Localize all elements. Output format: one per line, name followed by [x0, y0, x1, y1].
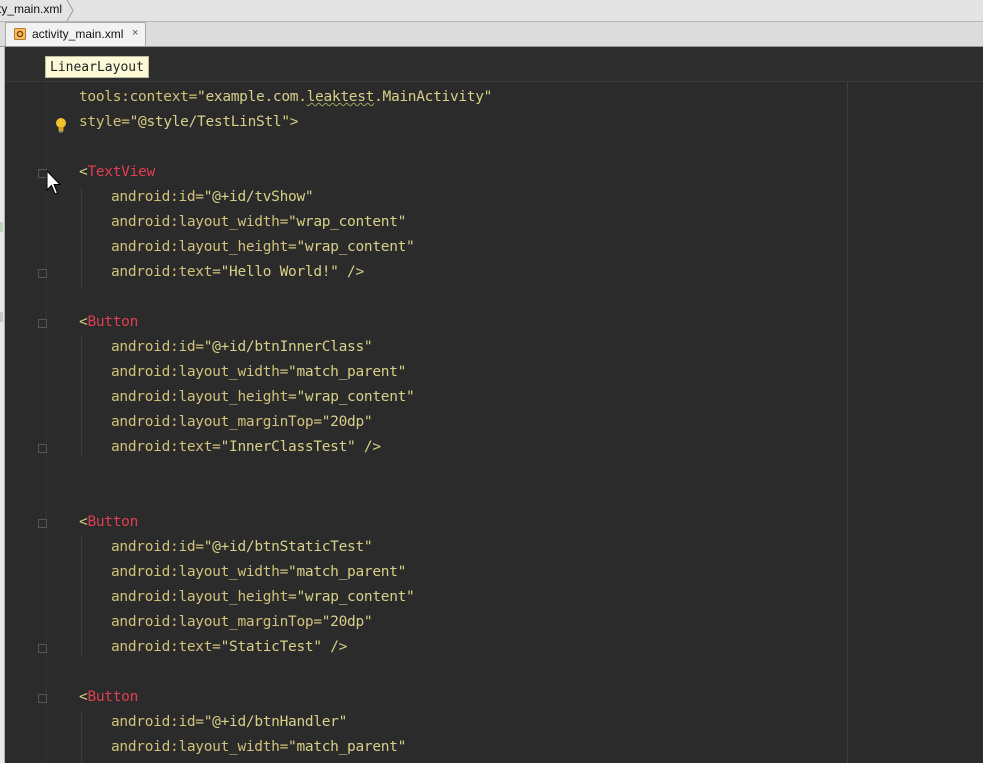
mouse-cursor-icon [46, 170, 62, 195]
code-line[interactable]: android:id="@+id/tvShow" [111, 185, 314, 210]
lightbulb-icon[interactable] [54, 117, 68, 133]
code-editor[interactable]: LinearLayout tools:context="example.com.… [5, 47, 983, 763]
fold-icon[interactable] [38, 519, 47, 528]
breadcrumb-file[interactable]: ty_main.xml [0, 2, 62, 16]
code-line[interactable]: android:layout_width="match_parent" [111, 560, 406, 585]
file-breadcrumb-bar: ty_main.xml [0, 0, 983, 22]
code-line[interactable]: android:text="InnerClassTest" /> [111, 435, 381, 460]
indent-guide [81, 187, 82, 287]
xml-breadcrumb-row: LinearLayout [5, 47, 983, 82]
fold-icon[interactable] [38, 644, 47, 653]
indent-guide [81, 712, 82, 763]
fold-icon[interactable] [38, 269, 47, 278]
tab-activity-main[interactable]: activity_main.xml × [5, 22, 146, 46]
code-line[interactable]: <Button [79, 685, 138, 710]
close-icon[interactable]: × [132, 27, 138, 39]
code-line[interactable]: <Button [79, 510, 138, 535]
code-line[interactable]: android:text="Hello World!" /> [111, 260, 364, 285]
editor-tab-bar: activity_main.xml × [0, 22, 983, 47]
change-marker [0, 312, 3, 322]
code-line[interactable]: android:layout_width="match_parent" [111, 735, 406, 760]
code-line[interactable]: android:layout_marginTop="20dp" [111, 410, 373, 435]
code-line[interactable]: android:layout_height="wrap_content" [111, 385, 415, 410]
code-line[interactable]: android:layout_width="match_parent" [111, 360, 406, 385]
code-line[interactable]: android:layout_width="wrap_content" [111, 210, 406, 235]
xml-file-icon [14, 28, 26, 40]
code-line[interactable]: android:id="@+id/btnInnerClass" [111, 335, 373, 360]
right-margin-guide [847, 81, 848, 763]
code-line[interactable]: tools:context="example.com.leaktest.Main… [79, 85, 492, 110]
code-line[interactable]: <TextView [79, 160, 155, 185]
code-line[interactable]: <Button [79, 310, 138, 335]
code-line[interactable]: android:id="@+id/btnHandler" [111, 710, 347, 735]
code-line[interactable]: android:text="StaticTest" /> [111, 635, 347, 660]
breadcrumb-separator-icon [66, 0, 74, 21]
code-line[interactable]: android:layout_marginTop="20dp" [111, 610, 373, 635]
code-line[interactable]: android:layout_height="wrap_content" [111, 585, 415, 610]
tooltip: LinearLayout [45, 56, 149, 78]
fold-icon[interactable] [38, 319, 47, 328]
change-marker [0, 222, 3, 232]
fold-icon[interactable] [38, 694, 47, 703]
indent-guide [81, 337, 82, 457]
code-line[interactable]: android:id="@+id/btnStaticTest" [111, 535, 373, 560]
fold-icon[interactable] [38, 444, 47, 453]
indent-guide [81, 537, 82, 657]
code-line[interactable]: style="@style/TestLinStl"> [79, 110, 299, 135]
code-line[interactable]: android:layout_height="wrap_content" [111, 235, 415, 260]
tab-label: activity_main.xml [32, 27, 124, 41]
